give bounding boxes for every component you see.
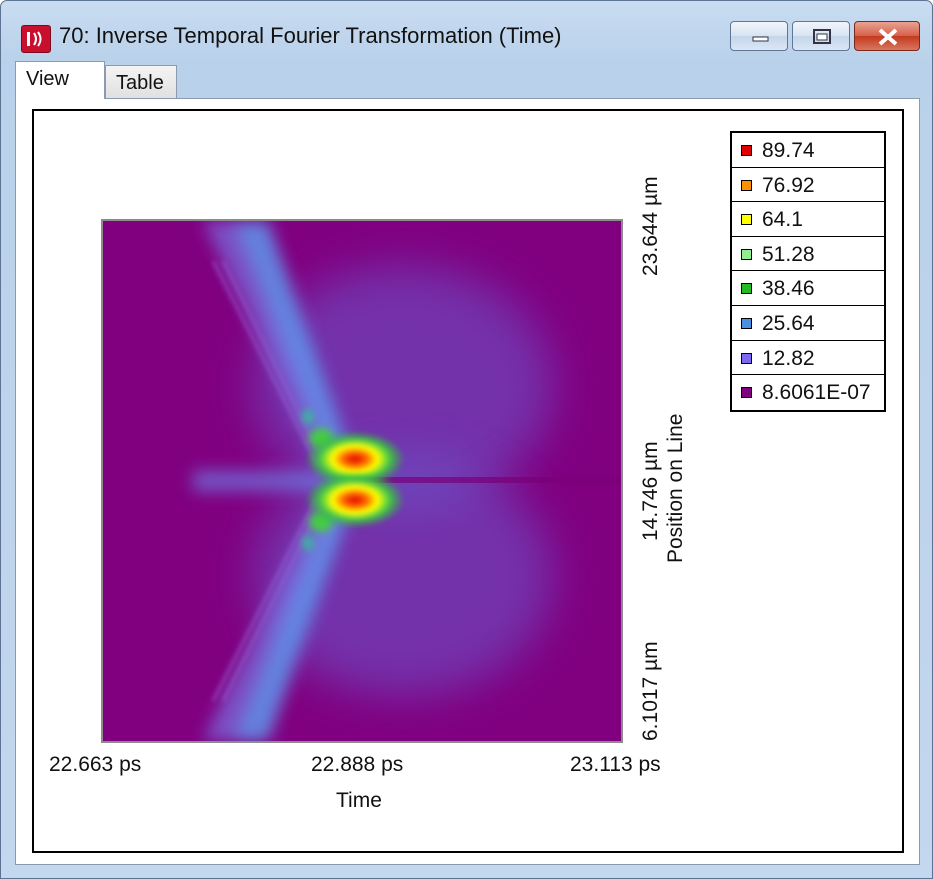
heatmap-plot[interactable]: [101, 219, 623, 743]
legend-swatch: [741, 352, 752, 364]
legend-swatch: [741, 214, 752, 226]
legend-label: 76.92: [762, 173, 815, 197]
maximize-button[interactable]: [792, 21, 850, 51]
close-button[interactable]: [854, 21, 920, 51]
legend-item: 8.6061E-07: [732, 375, 884, 410]
legend-item: 25.64: [732, 306, 884, 341]
window-title: 70: Inverse Temporal Fourier Transformat…: [59, 23, 562, 48]
color-legend: 89.74 76.92 64.1 51.28 38.46 25.64 12.82…: [730, 131, 886, 412]
y-axis-label: Position on Line: [664, 413, 687, 563]
legend-swatch: [741, 317, 752, 329]
legend-item: 51.28: [732, 237, 884, 272]
minimize-button[interactable]: [730, 21, 788, 51]
legend-label: 89.74: [762, 139, 815, 162]
legend-label: 12.82: [762, 346, 815, 370]
legend-swatch: [741, 179, 752, 191]
app-window: 70: Inverse Temporal Fourier Transformat…: [0, 0, 933, 879]
legend-item: 64.1: [732, 202, 884, 237]
view-panel: 22.663 ps 22.888 ps 23.113 ps Time 23.64…: [15, 98, 920, 865]
plot-area: 22.663 ps 22.888 ps 23.113 ps Time 23.64…: [32, 109, 904, 853]
legend-swatch: [741, 387, 752, 399]
legend-swatch: [741, 248, 752, 260]
y-tick-mid: 14.746 µm: [639, 441, 662, 541]
legend-item: 89.74: [732, 133, 884, 168]
legend-item: 12.82: [732, 341, 884, 376]
x-axis-label: Time: [336, 789, 382, 812]
x-tick-mid: 22.888 ps: [311, 753, 404, 776]
y-tick-max: 23.644 µm: [639, 176, 662, 276]
legend-swatch: [741, 283, 752, 295]
legend-item: 76.92: [732, 168, 884, 203]
legend-label: 38.46: [762, 277, 815, 301]
legend-label: 8.6061E-07: [762, 381, 871, 405]
x-tick-min: 22.663 ps: [49, 753, 142, 776]
tab-view[interactable]: View: [15, 61, 105, 99]
legend-label: 64.1: [762, 208, 803, 232]
tab-table[interactable]: Table: [105, 65, 177, 98]
legend-label: 51.28: [762, 242, 815, 266]
legend-swatch: [741, 145, 752, 156]
app-icon: [21, 25, 51, 53]
legend-item: 38.46: [732, 271, 884, 306]
y-tick-min: 6.1017 µm: [639, 641, 662, 741]
legend-label: 25.64: [762, 311, 815, 335]
x-tick-max: 23.113 ps: [570, 753, 661, 776]
title-bar[interactable]: 70: Inverse Temporal Fourier Transformat…: [1, 1, 932, 61]
